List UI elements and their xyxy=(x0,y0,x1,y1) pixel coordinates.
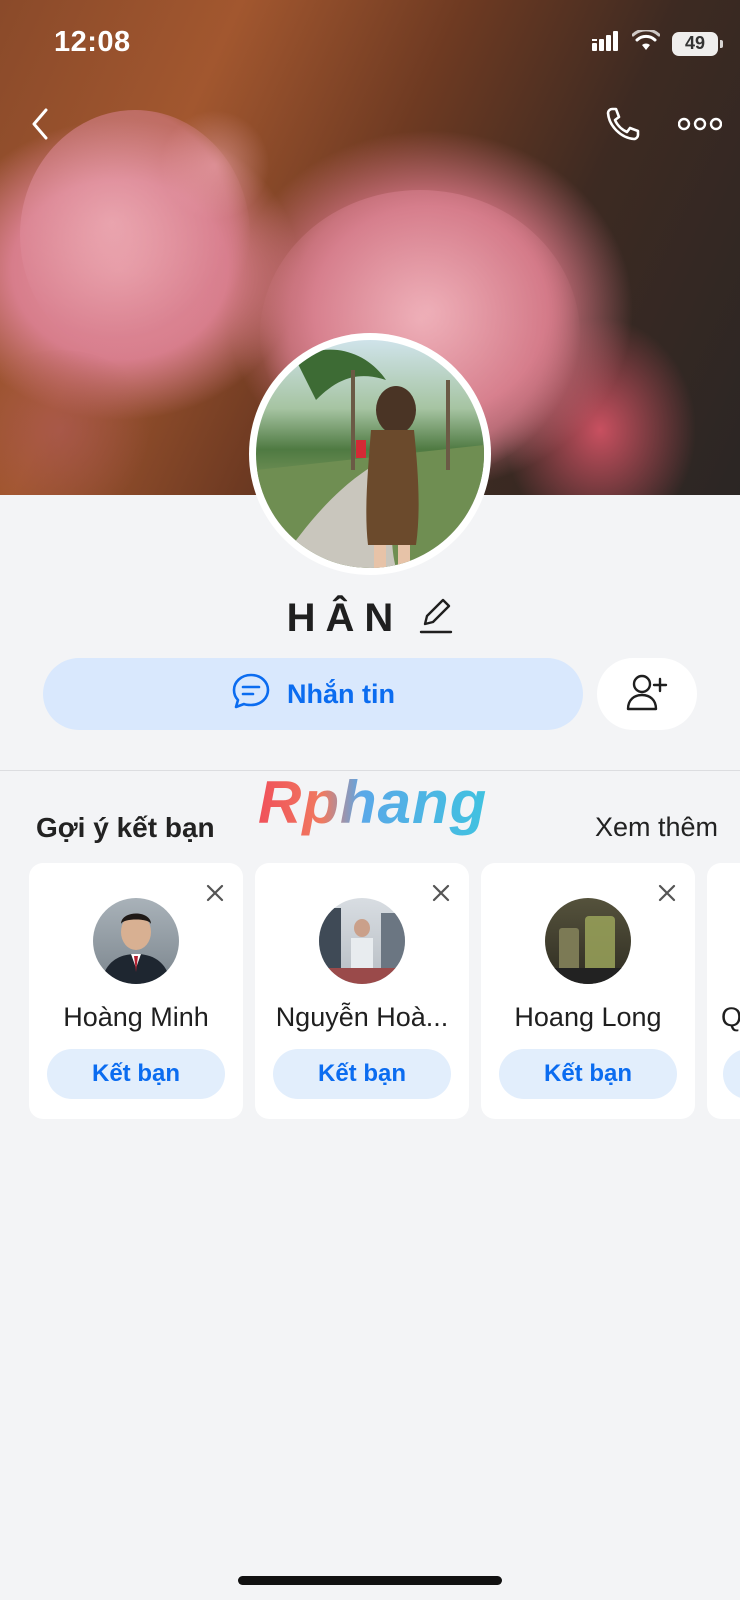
add-friend-button[interactable] xyxy=(597,658,697,730)
battery-level: 49 xyxy=(684,33,706,53)
add-friend-suggestion-button[interactable]: Kết bạn xyxy=(47,1049,225,1099)
suggestion-card[interactable]: Q xyxy=(707,863,740,1119)
profile-name: HÂN xyxy=(286,596,404,640)
back-button[interactable] xyxy=(12,98,68,154)
more-icon xyxy=(677,116,723,137)
close-icon[interactable] xyxy=(427,879,455,907)
suggestion-name: Q xyxy=(721,1002,740,1032)
avatar-photo xyxy=(256,340,484,568)
back-icon xyxy=(28,106,52,147)
status-time: 12:08 xyxy=(54,26,131,58)
battery-icon: 49 xyxy=(672,31,723,56)
edit-icon[interactable] xyxy=(419,598,453,639)
status-icons: 49 xyxy=(592,28,723,57)
avatar xyxy=(93,898,179,984)
suggestion-card[interactable]: Hoàng Minh Kết bạn xyxy=(29,863,243,1119)
close-icon[interactable] xyxy=(653,879,681,907)
watermark-logo: Rphang xyxy=(258,769,488,836)
more-button[interactable] xyxy=(672,98,728,154)
name-row: HÂN xyxy=(0,596,740,641)
avatar xyxy=(319,898,405,984)
profile-avatar[interactable] xyxy=(249,333,491,575)
add-friend-suggestion-button[interactable]: Kết bạn xyxy=(273,1049,451,1099)
suggestion-name: Hoang Long xyxy=(514,1002,662,1032)
call-button[interactable] xyxy=(595,98,651,154)
add-friend-icon xyxy=(626,673,668,716)
add-friend-suggestion-button[interactable] xyxy=(723,1049,740,1099)
message-button[interactable]: Nhắn tin xyxy=(43,658,583,730)
suggestion-card[interactable]: Nguyễn Hoà... Kết bạn xyxy=(255,863,469,1119)
phone-icon xyxy=(603,104,643,149)
suggestion-card[interactable]: Hoang Long Kết bạn xyxy=(481,863,695,1119)
suggestions-title: Gợi ý kết bạn xyxy=(36,812,215,843)
wifi-icon xyxy=(631,28,661,57)
chat-icon xyxy=(231,672,271,717)
see-more-link[interactable]: Xem thêm xyxy=(595,812,718,843)
avatar xyxy=(545,898,631,984)
signal-icon xyxy=(592,31,620,56)
close-icon[interactable] xyxy=(201,879,229,907)
suggestion-list: Hoàng Minh Kết bạn Nguyễn Hoà... Kết bạn… xyxy=(29,863,740,1119)
home-indicator[interactable] xyxy=(238,1576,502,1585)
add-friend-suggestion-button[interactable]: Kết bạn xyxy=(499,1049,677,1099)
suggestion-name: Nguyễn Hoà... xyxy=(275,1002,449,1032)
message-label: Nhắn tin xyxy=(287,678,395,709)
suggestion-name: Hoàng Minh xyxy=(63,1002,209,1032)
